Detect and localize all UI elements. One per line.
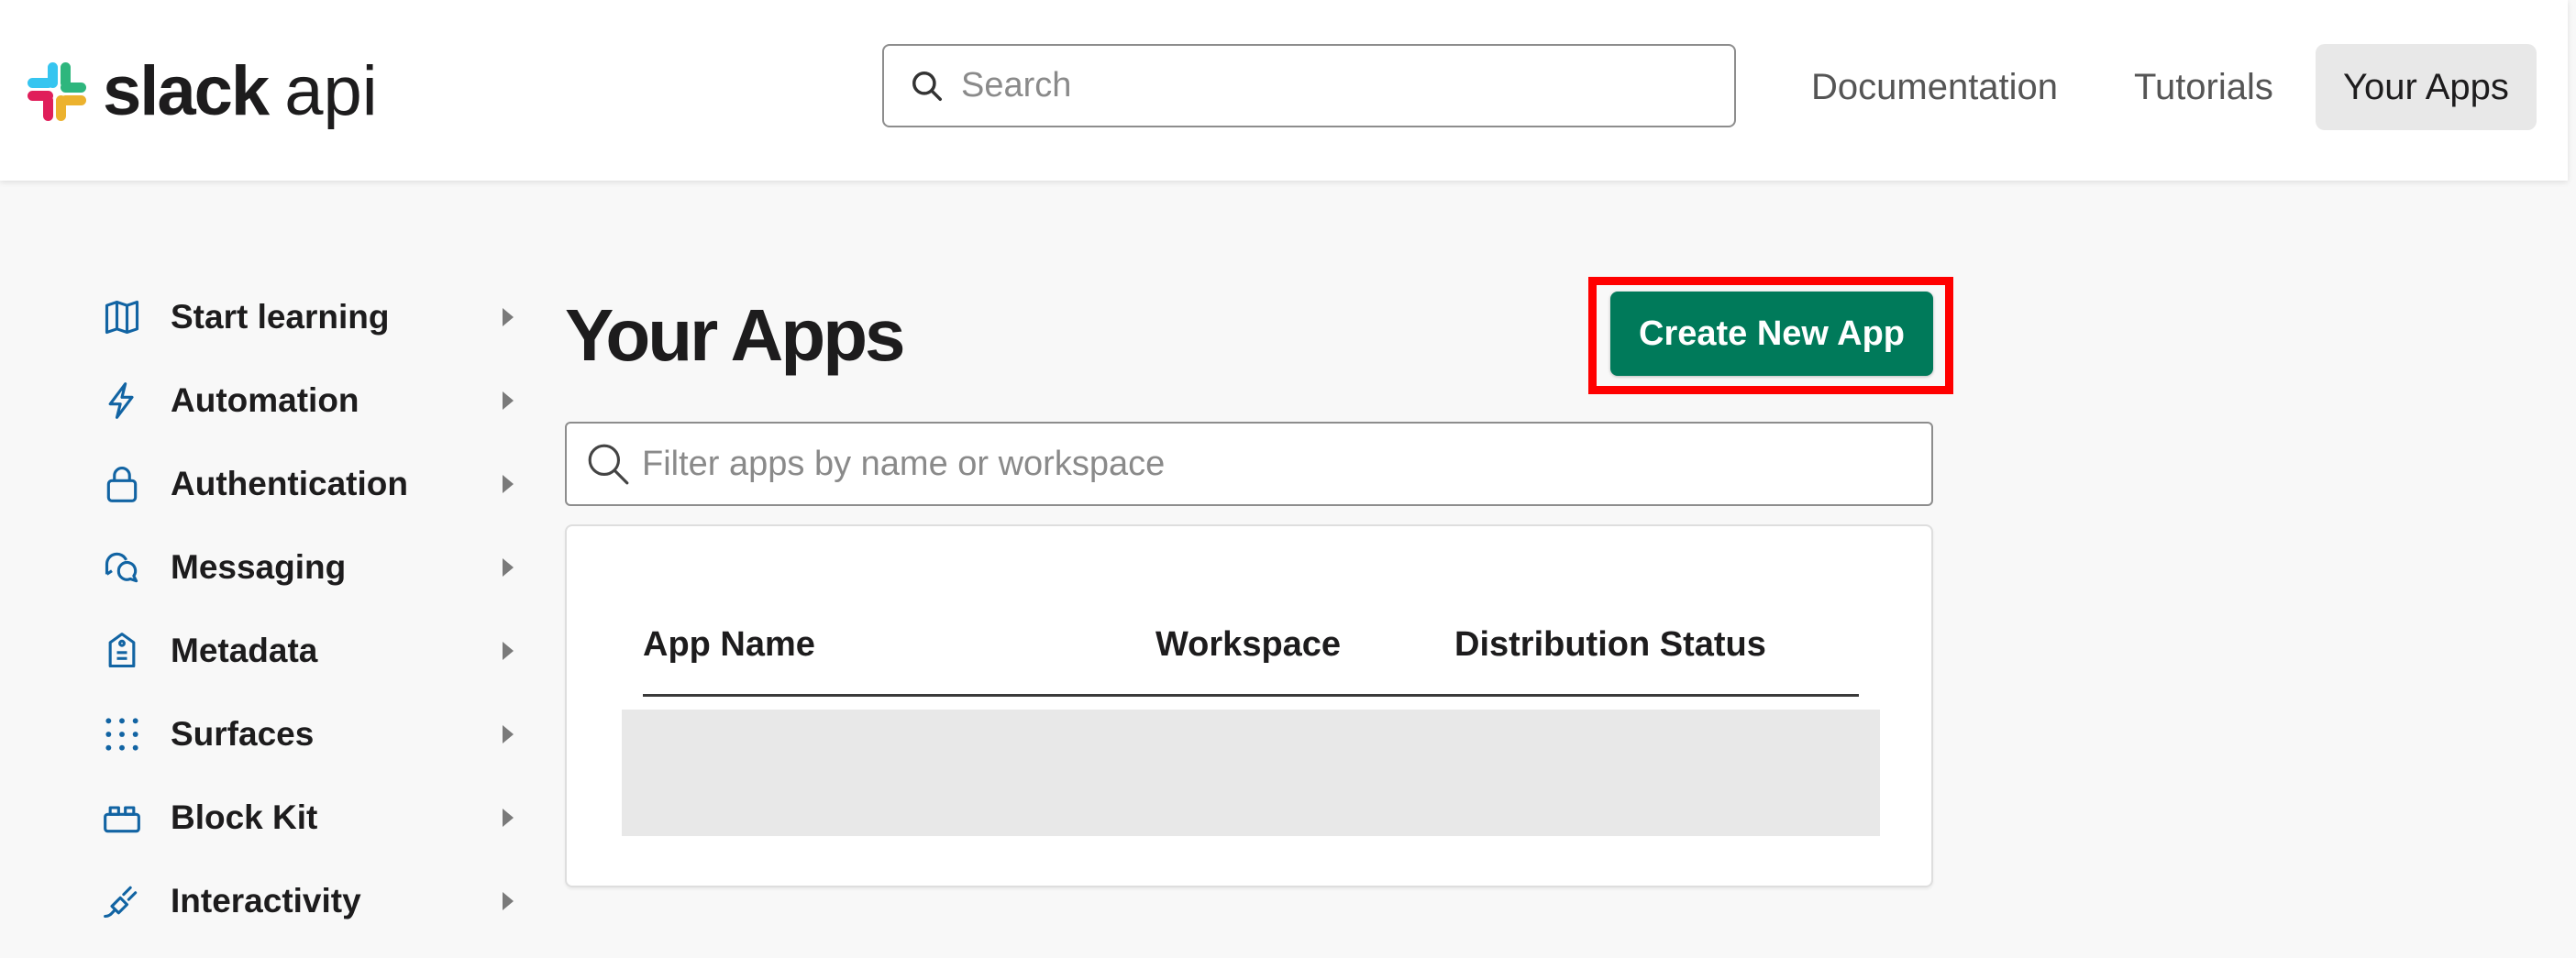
lock-icon (101, 463, 143, 505)
sidebar-item-label: Automation (171, 380, 359, 419)
sidebar-item-messaging[interactable]: Messaging (101, 525, 532, 609)
sidebar-item-automation[interactable]: Automation (101, 358, 532, 442)
sidebar-item-interactivity[interactable]: Interactivity (101, 859, 532, 942)
top-header: slack api Documentation Tutorials Your A… (0, 0, 2568, 181)
sidebar-item-label: Block Kit (171, 798, 318, 836)
nav-tutorials[interactable]: Tutorials (2106, 44, 2301, 130)
sidebar-item-metadata[interactable]: Metadata (101, 609, 532, 692)
expand-arrow-icon[interactable] (503, 891, 514, 910)
expand-arrow-icon[interactable] (503, 724, 514, 743)
expand-arrow-icon[interactable] (503, 557, 514, 577)
table-row-loading-placeholder (622, 710, 1880, 836)
sidebar-item-label: Authentication (171, 464, 408, 502)
sidebar-item-surfaces[interactable]: Surfaces (101, 692, 532, 776)
sidebar-item-block-kit[interactable]: Block Kit (101, 776, 532, 859)
expand-arrow-icon[interactable] (503, 808, 514, 827)
expand-arrow-icon[interactable] (503, 307, 514, 326)
sidebar: Start learning Automation Authentication… (101, 275, 532, 942)
sidebar-item-label: Surfaces (171, 714, 315, 753)
page-title: Your Apps (565, 294, 906, 376)
sidebar-item-label: Metadata (171, 631, 318, 669)
plug-icon (101, 880, 143, 922)
column-header-distribution-status[interactable]: Distribution Status (1454, 625, 1766, 665)
sidebar-item-start-learning[interactable]: Start learning (101, 275, 532, 358)
nav-documentation[interactable]: Documentation (1784, 44, 2085, 130)
filter-apps-input[interactable] (642, 444, 1880, 484)
logo-suffix: api (284, 52, 378, 130)
column-header-workspace[interactable]: Workspace (1155, 625, 1341, 665)
slack-api-logo[interactable]: slack api (24, 55, 378, 128)
logo-word: slack (103, 52, 270, 130)
expand-arrow-icon[interactable] (503, 391, 514, 410)
top-search-box[interactable] (882, 44, 1736, 127)
top-search-input[interactable] (961, 66, 1695, 105)
nav-your-apps[interactable]: Your Apps (2316, 44, 2537, 130)
search-icon (588, 444, 629, 485)
lightning-icon (101, 380, 143, 422)
slack-logo-icon (28, 62, 86, 121)
column-header-app-name[interactable]: App Name (643, 625, 815, 665)
create-new-app-button[interactable]: Create New App (1610, 292, 1933, 376)
sidebar-item-label: Interactivity (171, 881, 361, 919)
sidebar-item-label: Start learning (171, 297, 390, 336)
blocks-icon (101, 797, 143, 839)
expand-arrow-icon[interactable] (503, 641, 514, 660)
expand-arrow-icon[interactable] (503, 474, 514, 493)
map-icon (101, 296, 143, 338)
table-header-divider (643, 694, 1859, 697)
sidebar-item-label: Messaging (171, 547, 347, 586)
filter-apps-box[interactable] (565, 422, 1933, 506)
tag-icon (101, 630, 143, 672)
apps-table-card: App Name Workspace Distribution Status (565, 524, 1933, 887)
chat-bubbles-icon (101, 546, 143, 589)
sidebar-item-authentication[interactable]: Authentication (101, 442, 532, 525)
grid-dots-icon (101, 713, 143, 755)
search-icon (912, 71, 942, 101)
